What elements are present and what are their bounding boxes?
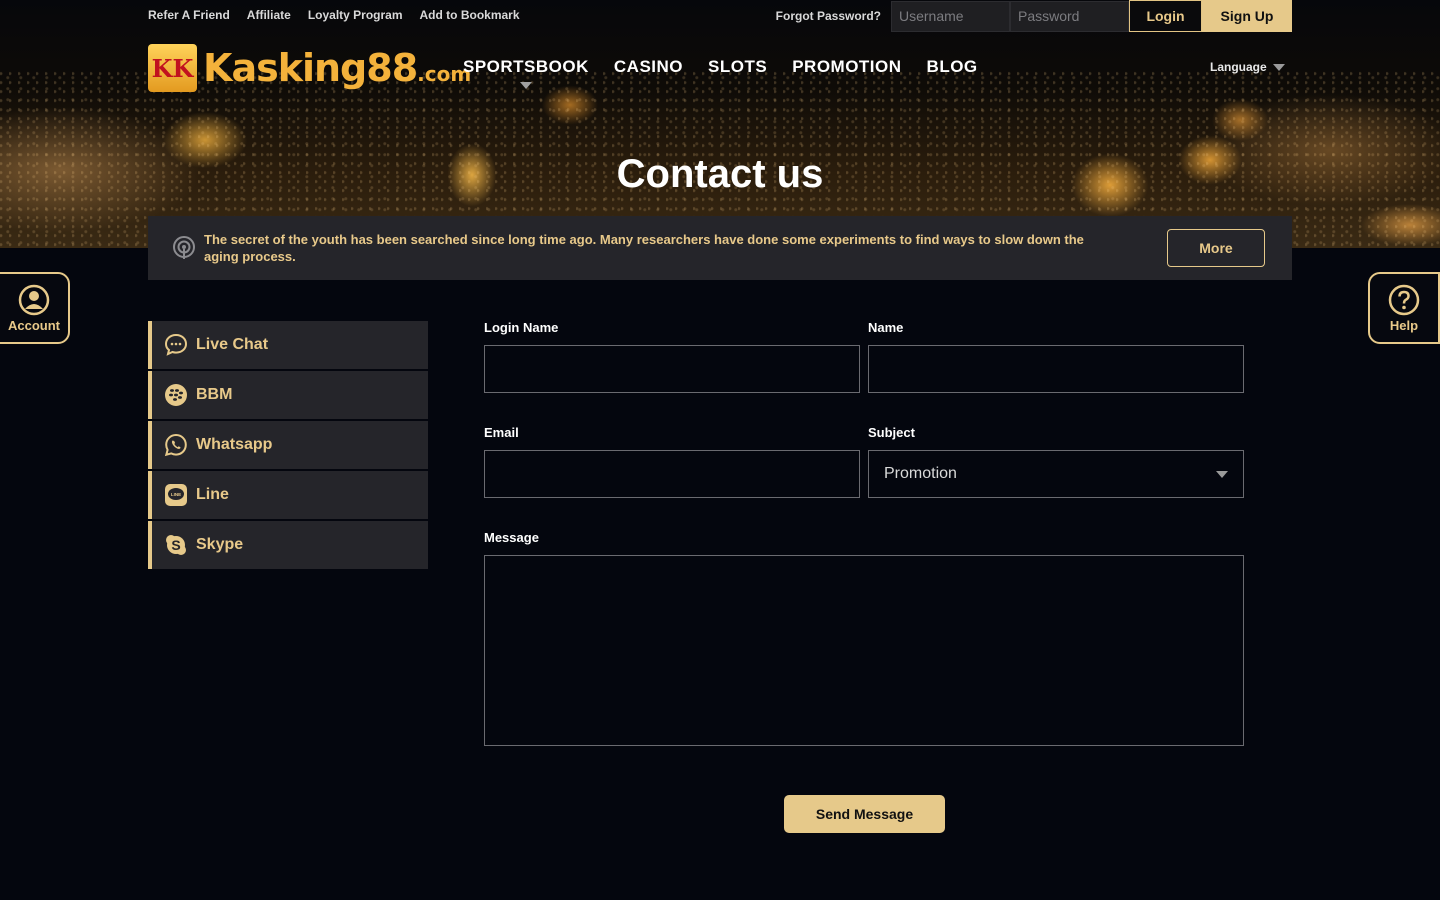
- add-to-bookmark-link[interactable]: Add to Bookmark: [420, 8, 520, 22]
- channel-label: Line: [196, 486, 229, 503]
- login-name-field: Login Name: [484, 320, 860, 393]
- user-icon: [18, 284, 50, 315]
- account-float-button[interactable]: Account: [0, 272, 70, 344]
- auth-panel: Forgot Password? Login Sign Up: [776, 0, 1292, 32]
- channel-whatsapp[interactable]: Whatsapp: [148, 421, 428, 469]
- channel-label: Whatsapp: [196, 436, 273, 453]
- announcement-bar: The secret of the youth has been searche…: [148, 216, 1292, 280]
- page-title: Contact us: [616, 152, 824, 196]
- whatsapp-icon: [164, 433, 187, 457]
- svg-text:S: S: [171, 537, 180, 553]
- login-name-label: Login Name: [484, 320, 559, 335]
- forgot-password-link[interactable]: Forgot Password?: [776, 9, 881, 23]
- channel-label: Live Chat: [196, 336, 269, 353]
- name-label: Name: [868, 320, 904, 335]
- password-input[interactable]: [1010, 0, 1129, 32]
- nav-sportsbook[interactable]: SPORTSBOOK: [463, 57, 589, 77]
- logo-mark-text: KK: [151, 53, 194, 83]
- svg-text:LINE: LINE: [171, 492, 181, 497]
- contact-channel-menu: Live Chat BBM Whatsapp LINE Line S Skype: [148, 321, 428, 571]
- question-icon: [1388, 284, 1420, 315]
- blackberry-icon: [165, 384, 187, 406]
- help-float-button[interactable]: Help: [1368, 272, 1440, 344]
- site-logo[interactable]: KK Kasking88.com: [148, 44, 471, 92]
- sign-up-button[interactable]: Sign Up: [1202, 0, 1292, 32]
- email-label: Email: [484, 425, 519, 440]
- channel-skype[interactable]: S Skype: [148, 521, 428, 569]
- language-selector[interactable]: Language: [1210, 60, 1285, 74]
- send-message-button[interactable]: Send Message: [784, 795, 945, 833]
- chat-icon: [164, 333, 188, 356]
- channel-label: Skype: [196, 536, 244, 553]
- affiliate-link[interactable]: Affiliate: [247, 8, 291, 22]
- name-input[interactable]: [868, 345, 1244, 393]
- nav-promotion[interactable]: PROMOTION: [792, 57, 901, 77]
- message-label: Message: [484, 530, 539, 545]
- loyalty-program-link[interactable]: Loyalty Program: [308, 8, 403, 22]
- chevron-down-icon: [1272, 63, 1285, 71]
- skype-icon: S: [166, 535, 186, 555]
- logo-mark-icon: KK: [148, 44, 197, 92]
- main-nav: SPORTSBOOK CASINO SLOTS PROMOTION BLOG: [463, 57, 978, 77]
- line-icon: LINE: [165, 484, 187, 506]
- channel-bbm[interactable]: BBM: [148, 371, 428, 419]
- channel-label: BBM: [196, 386, 233, 403]
- more-button[interactable]: More: [1167, 229, 1265, 267]
- help-label: Help: [1389, 317, 1419, 333]
- subject-select[interactable]: Promotion: [868, 450, 1244, 498]
- message-field: Message: [484, 530, 1244, 750]
- top-bar: Refer A Friend Affiliate Loyalty Program…: [148, 0, 1292, 32]
- subject-value: Promotion: [884, 465, 957, 482]
- email-input[interactable]: [484, 450, 860, 498]
- account-label: Account: [8, 317, 60, 333]
- announcement-text: The secret of the youth has been searche…: [204, 232, 1084, 264]
- name-field: Name: [868, 320, 1244, 393]
- nav-slots[interactable]: SLOTS: [708, 57, 767, 77]
- username-input[interactable]: [891, 0, 1010, 32]
- broadcast-icon: [173, 236, 195, 259]
- top-links: Refer A Friend Affiliate Loyalty Program…: [148, 8, 520, 22]
- refer-a-friend-link[interactable]: Refer A Friend: [148, 8, 230, 22]
- channel-live-chat[interactable]: Live Chat: [148, 321, 428, 369]
- chevron-down-icon: [1216, 470, 1228, 478]
- channel-line[interactable]: LINE Line: [148, 471, 428, 519]
- login-name-input[interactable]: [484, 345, 860, 393]
- logo-wordmark: Kasking88.com: [203, 46, 471, 90]
- subject-field: Subject Promotion: [868, 425, 1244, 498]
- nav-blog[interactable]: BLOG: [927, 57, 978, 77]
- subject-label: Subject: [868, 425, 915, 440]
- logo-name: Kasking88: [203, 46, 418, 90]
- nav-casino[interactable]: CASINO: [614, 57, 683, 77]
- login-button[interactable]: Login: [1129, 0, 1202, 32]
- message-textarea[interactable]: [484, 555, 1244, 746]
- email-field: Email: [484, 425, 860, 498]
- language-label: Language: [1210, 60, 1267, 74]
- nav-active-caret-icon: [520, 82, 532, 89]
